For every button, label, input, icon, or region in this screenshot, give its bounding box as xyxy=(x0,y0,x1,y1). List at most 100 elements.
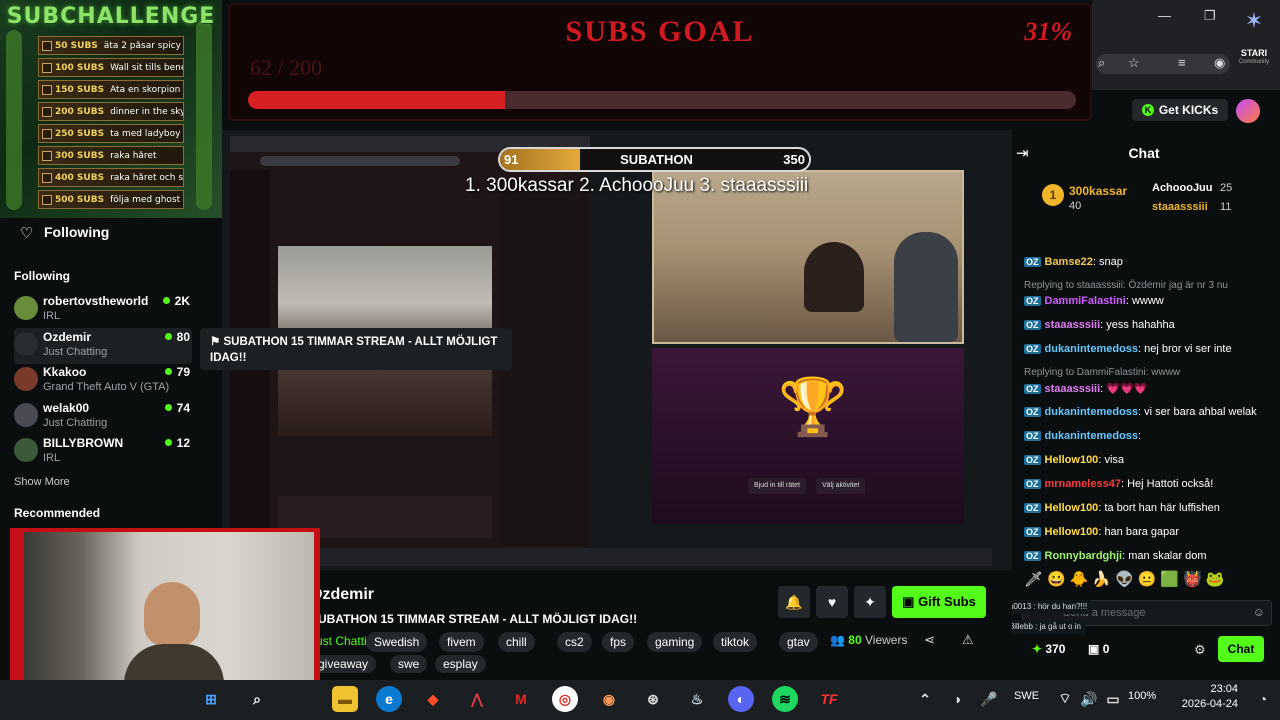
challenge-row: 150 SUBS Äta en skorpion xyxy=(38,80,184,99)
following-header[interactable]: Following xyxy=(44,224,109,240)
recommended-title: Recommended xyxy=(14,506,101,520)
notification-icon[interactable]: ◔ xyxy=(1250,686,1276,712)
challenge-count: 300 SUBS xyxy=(55,150,105,161)
share-icon[interactable]: ⋖ xyxy=(924,632,935,648)
chat-username[interactable]: DammiFalastini xyxy=(1045,295,1126,307)
chrome-icon[interactable]: ◎ xyxy=(552,686,578,712)
clock-time[interactable]: 23:04 xyxy=(1190,683,1238,695)
follow-heart-icon[interactable]: ♥ xyxy=(816,586,848,618)
search-icon[interactable]: ⌕ xyxy=(244,686,270,712)
address-bar-tail[interactable] xyxy=(1096,54,1230,74)
avatar xyxy=(14,367,38,391)
diamond-app-icon[interactable]: ◆ xyxy=(420,686,446,712)
chat-send-button[interactable]: Chat xyxy=(1218,636,1264,662)
battery-icon[interactable]: ▭ xyxy=(1100,686,1126,712)
sidebar-item-ozdemir[interactable]: Ozdemir Just Chatting 80 xyxy=(14,327,192,364)
notification-bell-icon[interactable]: 🔔 xyxy=(778,586,810,618)
challenge-row: 250 SUBS ta med ladyboy på dejt xyxy=(38,124,184,143)
wifi-icon[interactable]: ⌔ xyxy=(1052,686,1078,712)
antivirus-icon[interactable]: M xyxy=(508,686,534,712)
sidebar-item-viewers: 80 xyxy=(164,330,190,344)
chat-username[interactable]: Hellow100 xyxy=(1045,502,1099,514)
sidebar-item-kkakoo[interactable]: Kkakoo Grand Theft Auto V (GTA) 79 xyxy=(14,363,192,399)
report-icon[interactable]: ⚠ xyxy=(962,632,974,648)
show-more-link[interactable]: Show More xyxy=(14,476,70,488)
profile-icon[interactable]: ◉ xyxy=(1214,55,1225,71)
steam-icon[interactable]: ♨ xyxy=(684,686,710,712)
sidebar-item-name: welak00 xyxy=(43,400,90,415)
tag-chip[interactable]: tiktok xyxy=(713,632,758,652)
avatar[interactable] xyxy=(1236,99,1260,123)
media-icon[interactable]: ≡ xyxy=(1178,55,1186,70)
checkbox-icon xyxy=(42,106,52,117)
chat-username[interactable]: Ronnybardghji xyxy=(1045,550,1123,562)
chat-username[interactable]: staaasssiii xyxy=(1045,319,1101,331)
lightning-app-icon[interactable]: ⋀ xyxy=(464,686,490,712)
tag-chip[interactable]: swe xyxy=(390,655,428,673)
file-explorer-icon[interactable]: ▬ xyxy=(332,686,358,712)
emote-bar[interactable]: 🗡😀🐥🍌👽😐🟩👹🐸 xyxy=(1024,570,1274,592)
chat-header: Chat xyxy=(1128,145,1160,161)
sparkle-icon[interactable]: ✦ xyxy=(854,586,886,618)
chat-username[interactable]: staaasssiii xyxy=(1045,383,1101,395)
tag-chip[interactable]: cs2 xyxy=(557,632,592,652)
chat-username[interactable]: Hellow100 xyxy=(1045,526,1099,538)
face xyxy=(144,582,200,646)
search-icon[interactable]: ⌕ xyxy=(1098,55,1105,71)
tag-chip[interactable]: gaming xyxy=(647,632,703,652)
chat-username[interactable]: Bamse22 xyxy=(1045,256,1093,268)
gift-counter[interactable]: ▣ 0 xyxy=(1088,642,1109,656)
chat-username[interactable]: mrnameless47 xyxy=(1045,478,1121,490)
challenge-count: 150 SUBS xyxy=(55,84,105,95)
restore-icon[interactable]: ❐ xyxy=(1204,8,1216,24)
tf-app-icon[interactable]: TF xyxy=(816,686,842,712)
tray-expand-icon[interactable]: ⌃ xyxy=(912,686,938,712)
sidebar-item-billybrown[interactable]: BILLYBROWN IRL 12 xyxy=(14,434,192,470)
chat-username[interactable]: dukanintemedoss xyxy=(1045,430,1139,442)
obs-icon[interactable]: ⊛ xyxy=(640,686,666,712)
language-indicator[interactable]: SWE xyxy=(1014,690,1039,702)
spotify-icon[interactable]: ≋ xyxy=(772,686,798,712)
subs-goal-progress-fill xyxy=(248,91,505,109)
chat-username[interactable]: dukanintemedoss xyxy=(1045,406,1139,418)
checkbox-icon xyxy=(42,194,52,205)
chat-message: OZ dukanintemedoss: xyxy=(1024,430,1141,442)
chat-username[interactable]: dukanintemedoss xyxy=(1045,343,1139,355)
sidebar-item-viewers: 2K xyxy=(162,294,190,308)
tag-chip[interactable]: esplay xyxy=(435,655,486,673)
checkbox-icon xyxy=(42,84,52,95)
chat-username[interactable]: Hellow100 xyxy=(1045,454,1099,466)
channel-points[interactable]: ✦ 370 xyxy=(1032,642,1065,656)
emoji-icon[interactable]: ☺ xyxy=(1253,605,1265,619)
edge-icon[interactable]: e xyxy=(376,686,402,712)
bookmark-star-icon[interactable]: ☆ xyxy=(1128,55,1140,71)
get-kicks-button[interactable]: K Get KICKs xyxy=(1132,99,1228,121)
windows-start-icon[interactable]: ⊞ xyxy=(198,686,224,712)
sidebar-item-category: Grand Theft Auto V (GTA) xyxy=(43,381,170,393)
tray-app-icon[interactable]: ◑ xyxy=(944,686,970,712)
checkbox-icon xyxy=(42,40,52,51)
tag-chip[interactable]: fps xyxy=(602,632,635,652)
sidebar-item-welak00[interactable]: welak00 Just Chatting 74 xyxy=(14,399,192,435)
chat-text: wwww xyxy=(1131,295,1164,307)
sidebar-item-robertovstheworld[interactable]: robertovstheworld IRL 2K xyxy=(14,292,192,328)
tag-chip[interactable]: Swedish xyxy=(366,632,428,652)
avatar xyxy=(14,438,38,462)
checkbox-icon xyxy=(42,150,52,161)
leaderboard-second-value: 25 xyxy=(1220,182,1233,194)
gift-value: 0 xyxy=(1102,642,1110,656)
brand-name: STARI xyxy=(1240,48,1268,58)
swirl-app-icon[interactable]: ◉ xyxy=(596,686,622,712)
tag-chip[interactable]: chill xyxy=(498,632,535,652)
tag-chip[interactable]: gtav xyxy=(779,632,818,652)
gift-subs-button[interactable]: ▣ Gift Subs xyxy=(892,586,986,618)
discord-icon[interactable]: ◐ xyxy=(728,686,754,712)
chat-settings-icon[interactable]: ⚙ xyxy=(1194,642,1206,658)
minimize-icon[interactable]: — xyxy=(1158,8,1171,23)
tag-chip[interactable]: fivem xyxy=(439,632,484,652)
challenge-row: 50 SUBS äta 2 påsar spicy nudlar + extra … xyxy=(38,36,184,55)
viewer-value: 2K xyxy=(174,294,190,308)
volume-icon[interactable]: 🔊 xyxy=(1076,686,1102,712)
clock-date[interactable]: 2026-04-24 xyxy=(1172,698,1238,710)
microphone-icon[interactable]: 🎤 xyxy=(976,686,1002,712)
